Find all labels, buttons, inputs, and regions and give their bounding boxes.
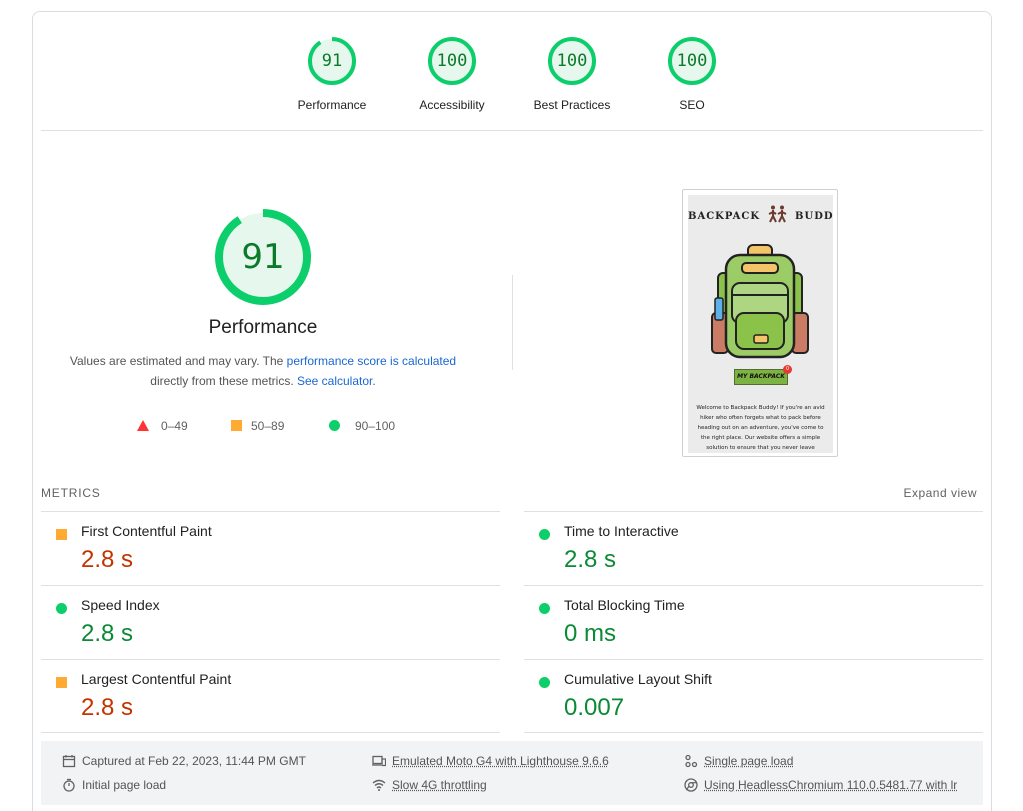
- metric-value: 2.8 s: [564, 546, 617, 573]
- triangle-icon: [137, 420, 149, 431]
- screenshot-content: BACKPACK BUDDY: [688, 195, 833, 453]
- timer-icon: [63, 778, 75, 792]
- circle-icon: [329, 420, 340, 431]
- single-text: Single page load: [704, 754, 794, 768]
- final-screenshot[interactable]: BACKPACK BUDDY: [682, 189, 838, 457]
- legend-pass: 90–100: [329, 417, 395, 435]
- pass-circle-icon: [539, 677, 550, 688]
- average-square-icon: [56, 677, 67, 688]
- device-text: Emulated Moto G4 with Lighthouse 9.6.6: [392, 754, 609, 768]
- browser-version[interactable]: Using HeadlessChromium 110.0.5481.77 wit…: [684, 777, 957, 793]
- network-throttling[interactable]: Slow 4G throttling: [372, 777, 487, 793]
- site-logo: BACKPACK BUDDY: [688, 205, 833, 223]
- my-backpack-button: MY BACKPACK: [734, 369, 788, 385]
- gauge-seo[interactable]: 100 SEO: [637, 36, 747, 112]
- metric-name: Total Blocking Time: [564, 597, 685, 613]
- captured-at: Captured at Feb 22, 2023, 11:44 PM GMT: [62, 753, 306, 769]
- metric-value: 0.007: [564, 694, 625, 721]
- gauge-ring: 91: [307, 36, 357, 86]
- browser-text: Using HeadlessChromium 110.0.5481.77 wit…: [704, 778, 958, 792]
- metric-value: 2.8 s: [81, 620, 134, 647]
- gauge-label: Best Practices: [533, 98, 611, 112]
- session-icon: [685, 754, 698, 768]
- metric-cumulative-layout-shift[interactable]: Cumulative Layout Shift 0.007: [524, 659, 983, 733]
- gauge-score: 100: [676, 51, 708, 71]
- performance-score: 91: [241, 237, 285, 277]
- category-gauges: 91 Performance 100 Accessibility 100 Bes…: [33, 12, 991, 130]
- initial-page-load: Initial page load: [62, 777, 166, 793]
- gauge-score: 91: [321, 51, 343, 71]
- vertical-divider: [512, 275, 513, 370]
- desc-text: .: [372, 374, 376, 388]
- pass-circle-icon: [539, 603, 550, 614]
- pass-circle-icon: [539, 529, 550, 540]
- metric-total-blocking-time[interactable]: Total Blocking Time 0 ms: [524, 585, 983, 659]
- item-count-badge: 0: [783, 365, 792, 374]
- performance-gauge: 91: [213, 207, 313, 307]
- metric-value: 2.8 s: [81, 694, 134, 721]
- gauge-performance[interactable]: 91 Performance: [277, 36, 387, 112]
- performance-summary: 91 Performance Values are estimated and …: [61, 207, 465, 391]
- metric-name: Speed Index: [81, 597, 160, 613]
- metric-speed-index[interactable]: Speed Index 2.8 s: [41, 585, 500, 659]
- gauge-label: Performance: [297, 98, 367, 112]
- metric-value: 0 ms: [564, 620, 617, 647]
- brand-right: BUDDY: [795, 211, 833, 222]
- chrome-icon: [684, 778, 698, 792]
- hikers-icon: [768, 205, 786, 223]
- report-card: 91 Performance 100 Accessibility 100 Bes…: [32, 11, 992, 811]
- gauge-ring: 100: [547, 36, 597, 86]
- metrics-title: METRICS: [41, 486, 101, 500]
- see-calculator-link[interactable]: See calculator: [297, 374, 372, 388]
- metric-largest-contentful-paint[interactable]: Largest Contentful Paint 2.8 s: [41, 659, 500, 733]
- legend-fail-label: 0–49: [161, 419, 188, 433]
- metric-name: First Contentful Paint: [81, 523, 212, 539]
- performance-title: Performance: [208, 317, 318, 338]
- devices-icon: [372, 755, 386, 767]
- gauge-ring: 100: [667, 36, 717, 86]
- wifi-icon: [372, 779, 386, 791]
- desc-text: Values are estimated and may vary. The: [69, 354, 287, 368]
- legend-fail: 0–49: [137, 417, 188, 435]
- pass-circle-icon: [56, 603, 67, 614]
- metric-name: Cumulative Layout Shift: [564, 671, 712, 687]
- initial-text: Initial page load: [82, 778, 167, 792]
- runtime-settings: Captured at Feb 22, 2023, 11:44 PM GMT I…: [41, 741, 983, 805]
- gauge-accessibility[interactable]: 100 Accessibility: [397, 36, 507, 112]
- legend-average-label: 50–89: [251, 419, 285, 433]
- backpack-illustration: [711, 244, 809, 359]
- performance-description: Values are estimated and may vary. The p…: [61, 351, 465, 391]
- throttling-text: Slow 4G throttling: [392, 778, 487, 792]
- metric-name: Largest Contentful Paint: [81, 671, 232, 687]
- desc-text: directly from these metrics.: [150, 374, 297, 388]
- gauge-score: 100: [436, 51, 468, 71]
- metrics-header: METRICS Expand view: [41, 486, 985, 506]
- expand-view-toggle[interactable]: Expand view: [903, 486, 977, 500]
- average-square-icon: [56, 529, 67, 540]
- gauge-label: SEO: [679, 98, 705, 112]
- emulated-device[interactable]: Emulated Moto G4 with Lighthouse 9.6.6: [372, 753, 609, 769]
- square-icon: [231, 420, 242, 431]
- calendar-icon: [62, 755, 76, 768]
- metric-first-contentful-paint[interactable]: First Contentful Paint 2.8 s: [41, 511, 500, 585]
- gauge-ring: 100: [427, 36, 477, 86]
- metric-value: 2.8 s: [81, 546, 134, 573]
- gauge-best-practices[interactable]: 100 Best Practices: [517, 36, 627, 112]
- gauge-score: 100: [556, 51, 588, 71]
- legend-average: 50–89: [231, 417, 284, 435]
- score-calculated-link[interactable]: performance score is calculated: [287, 354, 456, 368]
- welcome-text: Welcome to Backpack Buddy! If you're an …: [696, 405, 825, 451]
- gauge-label: Accessibility: [419, 98, 485, 112]
- metric-time-to-interactive[interactable]: Time to Interactive 2.8 s: [524, 511, 983, 585]
- single-page-load[interactable]: Single page load: [684, 753, 793, 769]
- metric-name: Time to Interactive: [564, 523, 679, 539]
- captured-text: Captured at Feb 22, 2023, 11:44 PM GMT: [82, 754, 306, 768]
- brand-left: BACKPACK: [688, 211, 761, 222]
- legend-pass-label: 90–100: [355, 419, 396, 433]
- header-divider: [41, 130, 983, 131]
